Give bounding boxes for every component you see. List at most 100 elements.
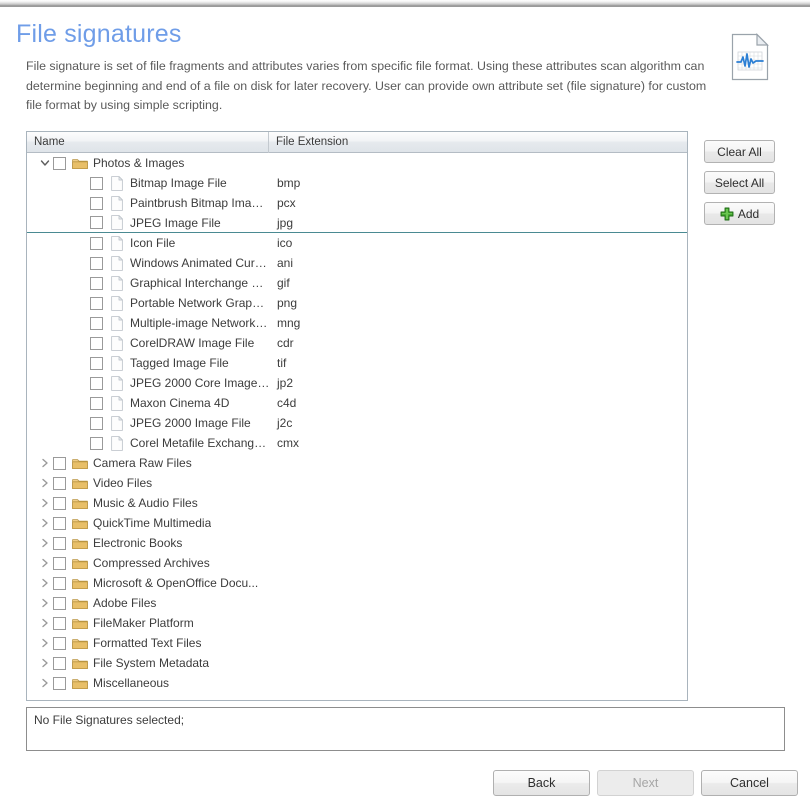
- tree-row-name-cell: File System Metadata: [27, 653, 270, 673]
- cancel-button[interactable]: Cancel: [701, 770, 798, 796]
- row-checkbox[interactable]: [90, 297, 103, 310]
- tree-row-name-cell: Maxon Cinema 4D: [27, 393, 270, 413]
- row-checkbox[interactable]: [90, 417, 103, 430]
- tree-row[interactable]: File System Metadata: [27, 653, 687, 673]
- tree-row-name-cell: QuickTime Multimedia: [27, 513, 270, 533]
- row-checkbox[interactable]: [53, 477, 66, 490]
- row-checkbox[interactable]: [53, 577, 66, 590]
- chevron-right-icon[interactable]: [37, 613, 53, 633]
- file-signature-tree[interactable]: Name File Extension Photos & Images Bitma…: [26, 131, 688, 701]
- row-checkbox[interactable]: [90, 317, 103, 330]
- row-checkbox[interactable]: [53, 517, 66, 530]
- tree-row-label: Microsoft & OpenOffice Docu...: [93, 576, 258, 590]
- chevron-right-icon[interactable]: [37, 533, 53, 553]
- back-button[interactable]: Back: [493, 770, 590, 796]
- chevron-right-icon[interactable]: [37, 573, 53, 593]
- add-button[interactable]: Add: [704, 202, 775, 225]
- tree-row[interactable]: JPEG Image Filejpg: [27, 213, 687, 233]
- chevron-right-icon[interactable]: [37, 633, 53, 653]
- tree-column-headers: Name File Extension: [27, 132, 687, 153]
- tree-row[interactable]: Icon Fileico: [27, 233, 687, 253]
- tree-row[interactable]: Video Files: [27, 473, 687, 493]
- row-checkbox[interactable]: [90, 216, 103, 229]
- folder-icon: [71, 655, 88, 671]
- row-checkbox[interactable]: [53, 637, 66, 650]
- tree-row[interactable]: Multiple-image Network G...mng: [27, 313, 687, 333]
- row-checkbox[interactable]: [90, 237, 103, 250]
- tree-row-extension: ani: [270, 256, 293, 270]
- row-checkbox[interactable]: [90, 257, 103, 270]
- tree-row-name-cell: Paintbrush Bitmap Image ...: [27, 193, 270, 213]
- row-checkbox[interactable]: [53, 157, 66, 170]
- row-checkbox[interactable]: [90, 337, 103, 350]
- tree-row[interactable]: Windows Animated Cursorani: [27, 253, 687, 273]
- tree-row[interactable]: Paintbrush Bitmap Image ...pcx: [27, 193, 687, 213]
- row-checkbox[interactable]: [53, 617, 66, 630]
- tree-row[interactable]: Corel Metafile Exchange I...cmx: [27, 433, 687, 453]
- row-checkbox[interactable]: [90, 377, 103, 390]
- folder-icon: [71, 515, 88, 531]
- chevron-right-icon[interactable]: [37, 653, 53, 673]
- row-checkbox[interactable]: [53, 677, 66, 690]
- chevron-right-icon[interactable]: [37, 493, 53, 513]
- folder-icon: [71, 535, 88, 551]
- row-checkbox[interactable]: [53, 657, 66, 670]
- row-checkbox[interactable]: [90, 397, 103, 410]
- tree-row[interactable]: JPEG 2000 Core Image Filejp2: [27, 373, 687, 393]
- tree-row[interactable]: CorelDRAW Image Filecdr: [27, 333, 687, 353]
- chevron-right-icon[interactable]: [37, 453, 53, 473]
- tree-row[interactable]: Formatted Text Files: [27, 633, 687, 653]
- tree-row[interactable]: Compressed Archives: [27, 553, 687, 573]
- tree-row[interactable]: Photos & Images: [27, 153, 687, 173]
- chevron-right-icon[interactable]: [37, 473, 53, 493]
- chevron-right-icon[interactable]: [37, 593, 53, 613]
- tree-row[interactable]: Maxon Cinema 4Dc4d: [27, 393, 687, 413]
- row-checkbox[interactable]: [90, 177, 103, 190]
- row-checkbox[interactable]: [53, 597, 66, 610]
- tree-row[interactable]: Microsoft & OpenOffice Docu...: [27, 573, 687, 593]
- row-checkbox[interactable]: [90, 277, 103, 290]
- tree-row[interactable]: Adobe Files: [27, 593, 687, 613]
- tree-row-name-cell: Bitmap Image File: [27, 173, 270, 193]
- folder-icon: [71, 595, 88, 611]
- tree-row-extension: jp2: [270, 376, 293, 390]
- row-checkbox[interactable]: [90, 357, 103, 370]
- column-header-name[interactable]: Name: [27, 132, 269, 153]
- tree-row[interactable]: Miscellaneous: [27, 673, 687, 693]
- tree-row-label: JPEG Image File: [130, 216, 221, 230]
- row-checkbox[interactable]: [90, 197, 103, 210]
- clear-all-button[interactable]: Clear All: [704, 140, 775, 163]
- tree-row-name-cell: Adobe Files: [27, 593, 270, 613]
- tree-row[interactable]: Graphical Interchange For...gif: [27, 273, 687, 293]
- tree-row-label: Photos & Images: [93, 156, 184, 170]
- tree-row-extension: bmp: [270, 176, 300, 190]
- tree-row[interactable]: Portable Network Graphicspng: [27, 293, 687, 313]
- chevron-right-icon[interactable]: [37, 553, 53, 573]
- row-checkbox[interactable]: [53, 537, 66, 550]
- row-checkbox[interactable]: [53, 557, 66, 570]
- tree-row-label: Compressed Archives: [93, 556, 210, 570]
- tree-row[interactable]: QuickTime Multimedia: [27, 513, 687, 533]
- tree-row[interactable]: Music & Audio Files: [27, 493, 687, 513]
- tree-row[interactable]: Tagged Image Filetif: [27, 353, 687, 373]
- file-icon: [108, 435, 125, 451]
- tree-row-name-cell: Corel Metafile Exchange I...: [27, 433, 270, 453]
- chevron-down-icon[interactable]: [37, 153, 53, 173]
- tree-row-label: Formatted Text Files: [93, 636, 201, 650]
- tree-row[interactable]: Electronic Books: [27, 533, 687, 553]
- chevron-right-icon[interactable]: [37, 513, 53, 533]
- tree-row[interactable]: Camera Raw Files: [27, 453, 687, 473]
- tree-row[interactable]: JPEG 2000 Image Filej2c: [27, 413, 687, 433]
- tree-row[interactable]: FileMaker Platform: [27, 613, 687, 633]
- tree-row[interactable]: Bitmap Image Filebmp: [27, 173, 687, 193]
- folder-icon: [71, 575, 88, 591]
- row-checkbox[interactable]: [53, 497, 66, 510]
- chevron-right-icon[interactable]: [37, 673, 53, 693]
- tree-indent-spacer: [74, 333, 90, 353]
- file-icon: [108, 375, 125, 391]
- tree-row-label: Graphical Interchange For...: [130, 276, 270, 290]
- row-checkbox[interactable]: [53, 457, 66, 470]
- column-header-file-extension[interactable]: File Extension: [269, 132, 687, 153]
- row-checkbox[interactable]: [90, 437, 103, 450]
- select-all-button[interactable]: Select All: [704, 171, 775, 194]
